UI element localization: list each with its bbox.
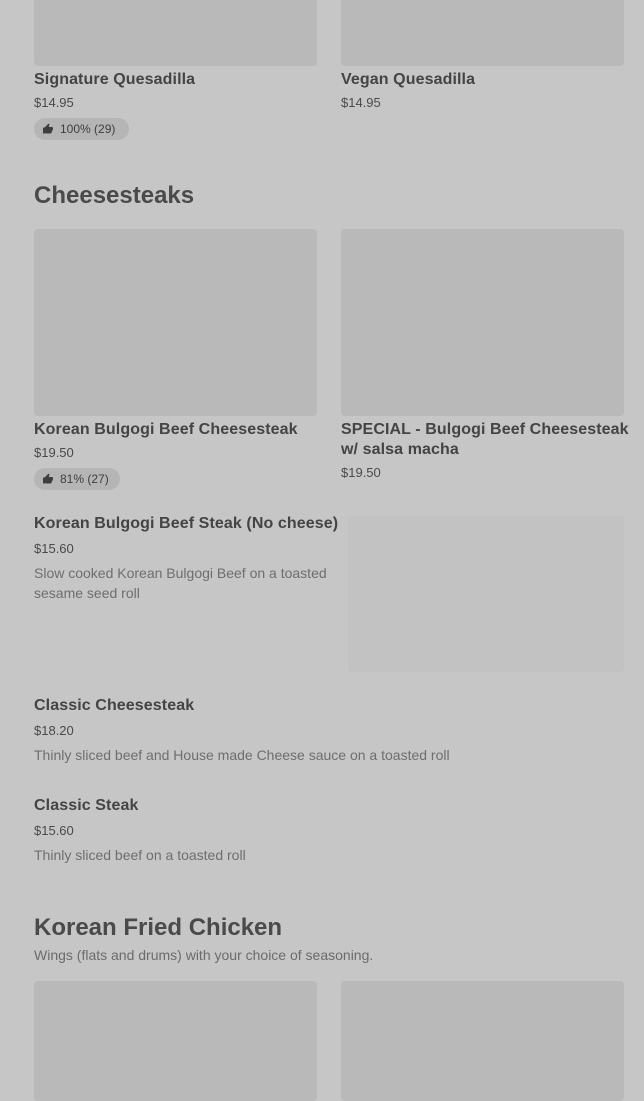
item-image-special-bulgogi-beef-cheesesteak[interactable]: [341, 229, 624, 416]
item-description: Thinly sliced beef on a toasted roll: [34, 847, 246, 863]
item-price: $14.95: [341, 95, 381, 110]
item-image[interactable]: [34, 981, 317, 1101]
item-image-vegan-quesadilla[interactable]: [341, 0, 624, 66]
item-description: Slow cooked Korean Bulgogi Beef on a toa…: [34, 565, 327, 601]
item-image-signature-quesadilla[interactable]: [34, 0, 317, 66]
item-image[interactable]: [341, 981, 624, 1101]
item-price: $15.60: [34, 541, 74, 556]
section-title-korean-fried-chicken: Korean Fried Chicken: [34, 914, 283, 941]
section-subtitle: Wings (flats and drums) with your choice…: [34, 947, 374, 963]
item-name[interactable]: Korean Bulgogi Beef Cheesesteak: [34, 420, 317, 440]
item-description: Thinly sliced beef and House made Cheese…: [34, 747, 450, 763]
item-image-korean-bulgogi-beef-cheesesteak[interactable]: [34, 229, 317, 416]
item-name[interactable]: Vegan Quesadilla: [341, 70, 475, 90]
list-item[interactable]: Classic Steak $15.60 Thinly sliced beef …: [34, 796, 624, 866]
item-name[interactable]: Signature Quesadilla: [34, 70, 195, 90]
rating-badge: 100% (29): [34, 118, 129, 140]
rating-text: 100% (29): [60, 122, 116, 136]
item-price: $18.20: [34, 723, 74, 738]
list-item[interactable]: Korean Bulgogi Beef Steak (No cheese) $1…: [34, 514, 624, 672]
item-image: [348, 516, 624, 672]
rating-text: 81% (27): [60, 472, 109, 486]
list-item[interactable]: Classic Cheesesteak $18.20 Thinly sliced…: [34, 696, 624, 766]
item-name: Classic Cheesesteak: [34, 697, 195, 714]
thumbs-up-icon: [43, 123, 53, 134]
rating-badge: 81% (27): [34, 468, 120, 490]
item-price: $15.60: [34, 823, 74, 838]
item-name: Korean Bulgogi Beef Steak (No cheese): [34, 515, 339, 532]
item-name[interactable]: SPECIAL - Bulgogi Beef Cheesesteak w/ sa…: [341, 420, 631, 460]
item-price: $14.95: [34, 95, 74, 110]
section-title-cheesesteaks: Cheesesteaks: [34, 182, 195, 209]
thumbs-up-icon: [43, 473, 53, 484]
item-name: Classic Steak: [34, 797, 139, 814]
item-price: $19.50: [341, 465, 381, 480]
item-price: $19.50: [34, 445, 74, 460]
